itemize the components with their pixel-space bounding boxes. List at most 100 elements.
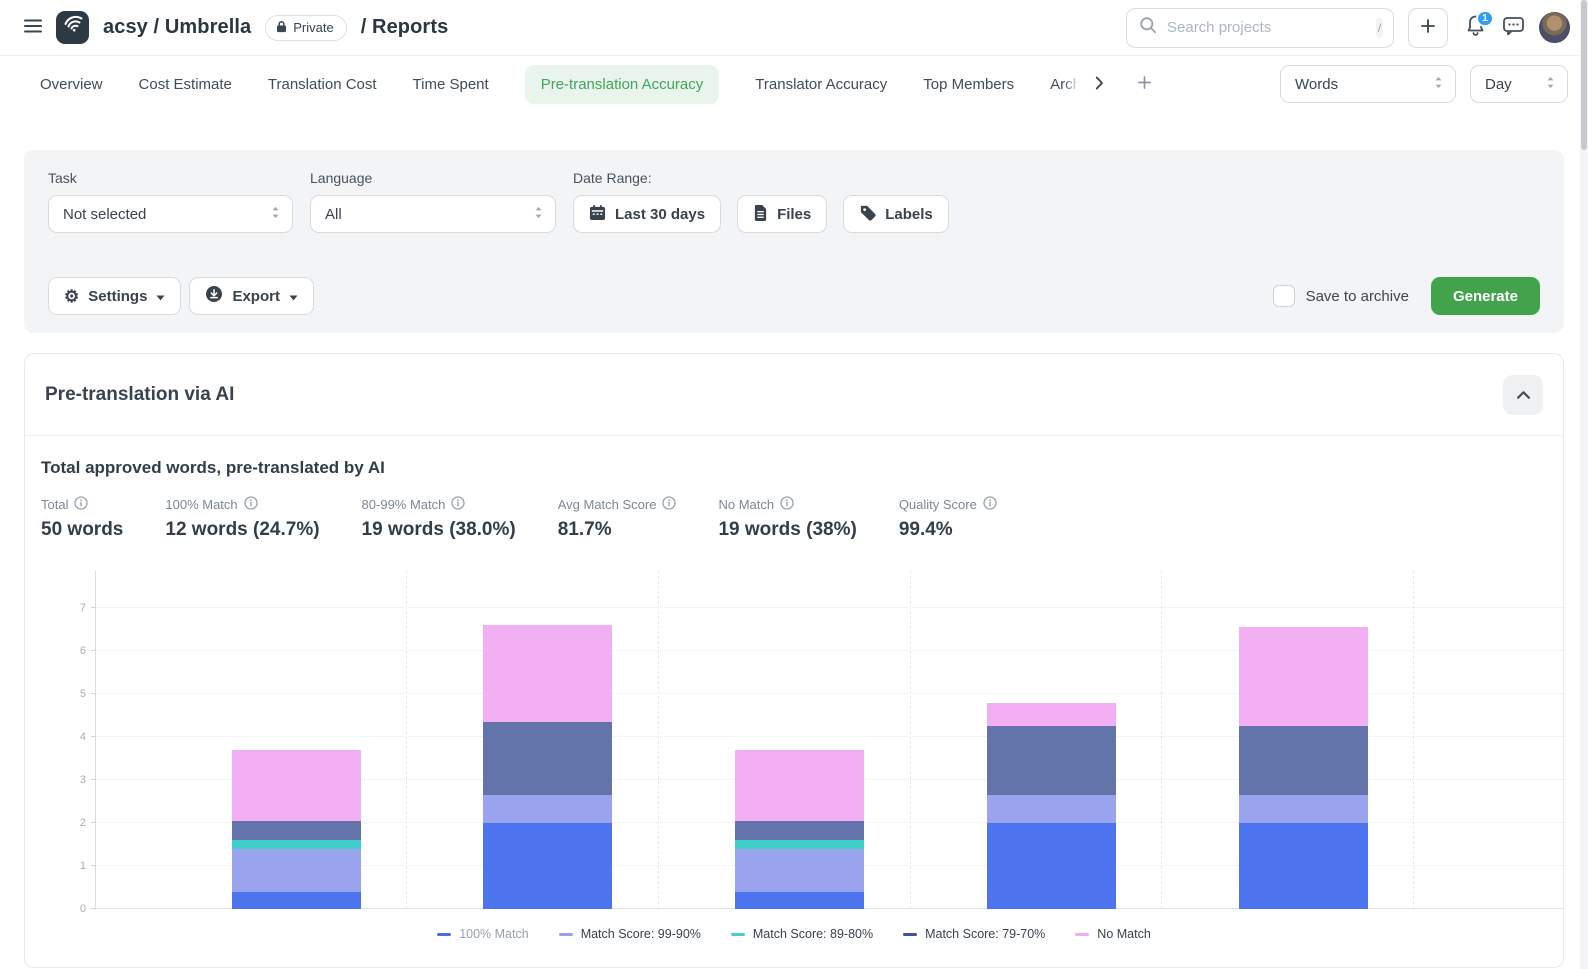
- files-filter-button[interactable]: Files: [737, 195, 827, 233]
- add-report-tab-button[interactable]: [1138, 76, 1151, 92]
- messages-button[interactable]: [1502, 16, 1525, 39]
- caret-down-icon: [289, 288, 298, 305]
- y-axis-label: 2: [60, 817, 86, 829]
- info-icon[interactable]: [451, 496, 465, 513]
- hamburger-icon: [24, 19, 42, 36]
- stat-quality-score: Quality Score99.4%: [899, 496, 997, 541]
- tab-translation-cost[interactable]: Translation Cost: [268, 76, 377, 93]
- bar-segment: [232, 840, 361, 849]
- privacy-badge: Private: [265, 15, 346, 41]
- y-axis-label: 0: [60, 903, 86, 915]
- gear-icon: ⚙: [64, 288, 79, 305]
- notifications-button[interactable]: 1: [1462, 15, 1488, 41]
- legend-swatch: [1075, 933, 1089, 936]
- settings-button[interactable]: ⚙ Settings: [48, 277, 181, 315]
- reports-page: acsy / Umbrella Private / Reports /: [0, 0, 1588, 969]
- stat-total: Total50 words: [41, 496, 123, 541]
- stat-label: 100% Match: [165, 497, 237, 512]
- vertical-gridline: [406, 571, 407, 909]
- bar-segment: [483, 795, 612, 823]
- tag-icon: [859, 204, 876, 225]
- up-down-arrows-icon: [1546, 76, 1555, 93]
- up-down-arrows-icon: [534, 206, 543, 223]
- up-down-arrows-icon: [1434, 76, 1443, 93]
- section-title: Pre-translation via AI: [45, 384, 234, 406]
- user-avatar[interactable]: [1539, 12, 1570, 43]
- legend-label: 100% Match: [459, 927, 528, 941]
- task-label: Task: [48, 170, 293, 186]
- legend-item[interactable]: 100% Match: [437, 927, 528, 941]
- period-select[interactable]: Day: [1470, 65, 1568, 103]
- period-select-value: Day: [1485, 76, 1512, 93]
- info-icon[interactable]: [780, 496, 794, 513]
- legend-swatch: [559, 933, 573, 936]
- legend-item[interactable]: Match Score: 79-70%: [903, 927, 1045, 941]
- y-axis-label: 1: [60, 860, 86, 872]
- tab-time-spent[interactable]: Time Spent: [413, 76, 489, 93]
- export-button-label: Export: [232, 288, 280, 305]
- legend-swatch: [903, 933, 917, 936]
- stat-value: 50 words: [41, 519, 123, 541]
- y-axis-tick: [91, 650, 96, 651]
- export-button[interactable]: Export: [189, 277, 314, 315]
- tab-top-members[interactable]: Top Members: [923, 76, 1014, 93]
- legend-item[interactable]: Match Score: 89-80%: [731, 927, 873, 941]
- stacked-bar-5: [1239, 627, 1368, 909]
- file-icon: [753, 204, 768, 225]
- legend-label: No Match: [1097, 927, 1151, 941]
- info-icon[interactable]: [244, 496, 258, 513]
- files-filter-label: Files: [777, 206, 811, 223]
- create-project-button[interactable]: [1408, 8, 1448, 48]
- chat-icon: [1502, 16, 1525, 39]
- vertical-gridline: [1161, 571, 1162, 909]
- save-to-archive-checkbox[interactable]: [1273, 285, 1295, 307]
- stat-value: 19 words (38%): [718, 519, 856, 541]
- stat-label: No Match: [718, 497, 774, 512]
- legend-label: Match Score: 99-90%: [581, 927, 701, 941]
- info-icon[interactable]: [662, 496, 676, 513]
- tab-overview[interactable]: Overview: [40, 76, 103, 93]
- legend-item[interactable]: Match Score: 99-90%: [559, 927, 701, 941]
- unit-select[interactable]: Words: [1280, 65, 1456, 103]
- tab-cost-estimate[interactable]: Cost Estimate: [139, 76, 232, 93]
- page-scrollbar[interactable]: [1580, 0, 1588, 969]
- search-input[interactable]: [1167, 19, 1366, 36]
- save-to-archive-option[interactable]: Save to archive: [1273, 285, 1409, 307]
- caret-down-icon: [156, 288, 165, 305]
- summary-stats: Total50 words100% Match12 words (24.7%)8…: [41, 496, 1547, 541]
- stacked-bar-chart: 01234567: [95, 571, 1565, 909]
- tab-arch[interactable]: Arch: [1050, 76, 1081, 93]
- info-icon[interactable]: [983, 496, 997, 513]
- bar-segment: [1239, 627, 1368, 726]
- lock-icon: [276, 20, 287, 36]
- labels-filter-button[interactable]: Labels: [843, 195, 949, 233]
- collapse-section-button[interactable]: [1503, 375, 1543, 415]
- y-axis-tick: [91, 736, 96, 737]
- tabs-scroll-right-button[interactable]: [1095, 76, 1104, 93]
- y-axis-tick: [91, 779, 96, 780]
- stat-value: 81.7%: [558, 519, 677, 541]
- tab-pre-translation-accuracy[interactable]: Pre-translation Accuracy: [525, 65, 720, 104]
- language-select[interactable]: All: [310, 195, 556, 233]
- vertical-gridline: [1413, 571, 1414, 909]
- breadcrumb-project[interactable]: acsy / Umbrella: [103, 16, 251, 39]
- date-range-button[interactable]: Last 30 days: [573, 195, 721, 233]
- generate-button[interactable]: Generate: [1431, 277, 1540, 315]
- app-logo[interactable]: [56, 11, 89, 44]
- stat-no-match: No Match 19 words (38%): [718, 496, 856, 541]
- tab-translator-accuracy[interactable]: Translator Accuracy: [755, 76, 887, 93]
- notification-count-badge: 1: [1476, 10, 1494, 27]
- logo-icon: [61, 13, 85, 42]
- menu-button[interactable]: [24, 19, 42, 36]
- bar-segment: [987, 795, 1116, 823]
- chevron-up-icon: [1517, 387, 1530, 402]
- legend-item[interactable]: No Match: [1075, 927, 1151, 941]
- bar-segment: [1239, 795, 1368, 823]
- bar-segment: [735, 840, 864, 849]
- info-icon[interactable]: [74, 496, 88, 513]
- task-select[interactable]: Not selected: [48, 195, 293, 233]
- stat-80-99-match: 80-99% Match19 words (38.0%): [362, 496, 516, 541]
- bar-segment: [1239, 726, 1368, 795]
- pretranslation-report-card: Pre-translation via AI Total approved wo…: [24, 353, 1564, 968]
- scrollbar-thumb[interactable]: [1581, 0, 1587, 150]
